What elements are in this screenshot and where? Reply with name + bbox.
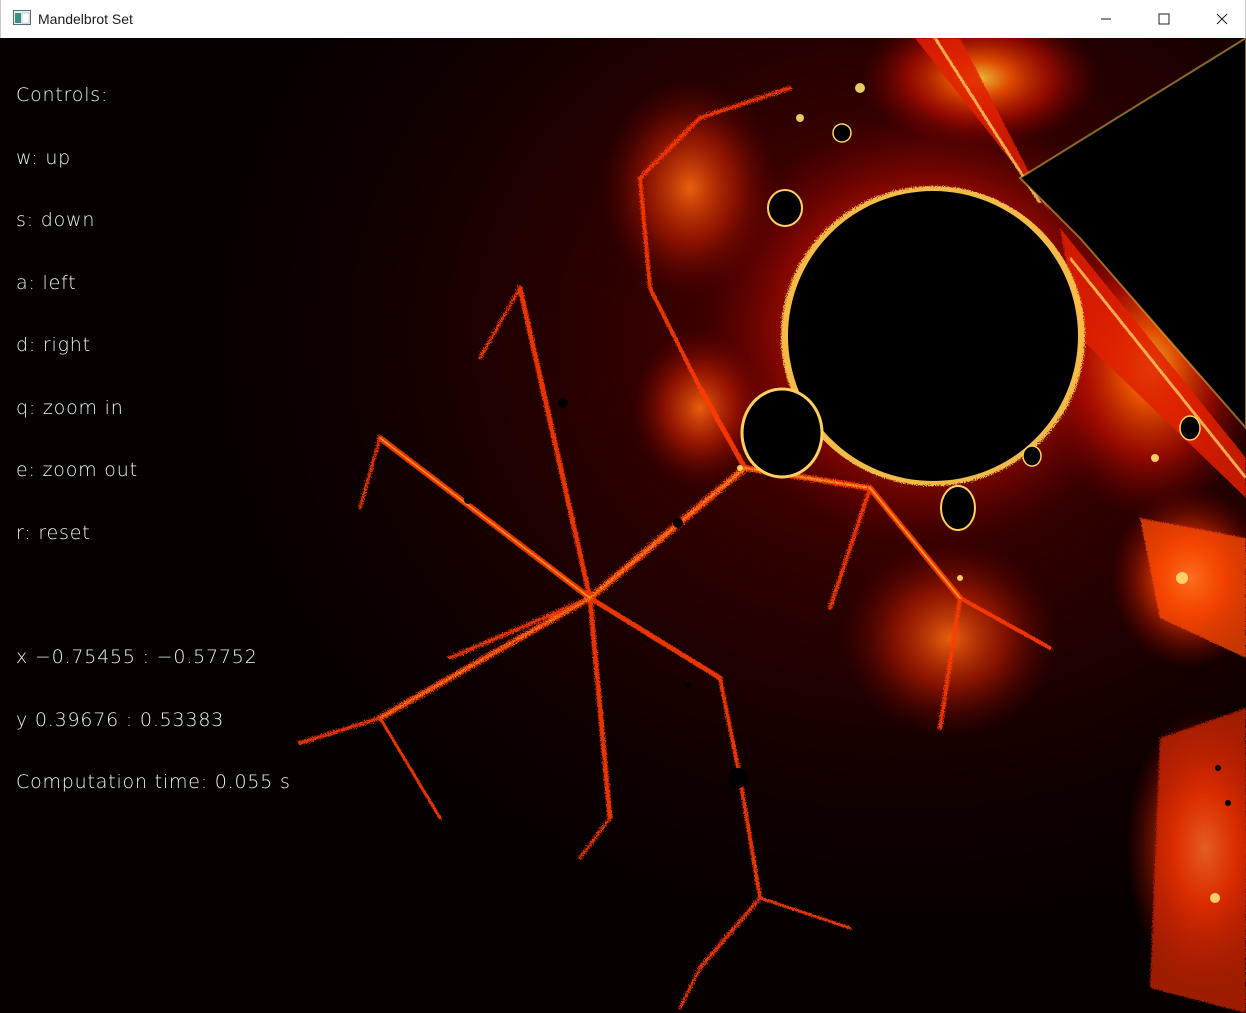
- secondary-bulb: [740, 387, 824, 479]
- control-up: w: up: [16, 147, 72, 169]
- close-icon: [1216, 13, 1228, 25]
- control-left: a: left: [16, 272, 77, 294]
- tiny-bulb-right: [1022, 445, 1042, 467]
- mandelbrot-window: Mandelbrot Set Controls: w: up s: down a…: [0, 0, 1246, 1013]
- computation-time-readout: Computation time: 0.055 s: [16, 771, 291, 793]
- control-zoom-out: e: zoom out: [16, 459, 138, 481]
- small-bulb-top: [767, 189, 803, 227]
- maximize-icon: [1158, 13, 1170, 25]
- tiny-bulb-top: [832, 123, 852, 143]
- mandelbrot-render: [298, 38, 1246, 1013]
- y-range-readout: y 0.39676 : 0.53383: [16, 709, 225, 731]
- small-bulb-bottom: [940, 485, 976, 531]
- maximize-button[interactable]: [1135, 0, 1193, 38]
- controls-header: Controls:: [16, 84, 109, 106]
- window-title: Mandelbrot Set: [38, 11, 133, 27]
- control-reset: r: reset: [16, 522, 91, 544]
- title-bar[interactable]: Mandelbrot Set: [0, 0, 1246, 38]
- control-right: d: right: [16, 334, 91, 356]
- tiny-bulb-mid: [1179, 415, 1201, 441]
- close-button[interactable]: [1193, 0, 1246, 38]
- fractal-canvas[interactable]: [0, 38, 1246, 1013]
- app-window-icon: [13, 10, 31, 25]
- minimize-button[interactable]: [1077, 0, 1135, 38]
- left-spiral-halo: [600, 78, 780, 298]
- lower-spiral-halo: [840, 538, 1060, 738]
- x-range-readout: x −0.75455 : −0.57752: [16, 646, 258, 668]
- control-down: s: down: [16, 209, 96, 231]
- minimize-icon: [1101, 18, 1111, 20]
- control-zoom-in: q: zoom in: [16, 397, 124, 419]
